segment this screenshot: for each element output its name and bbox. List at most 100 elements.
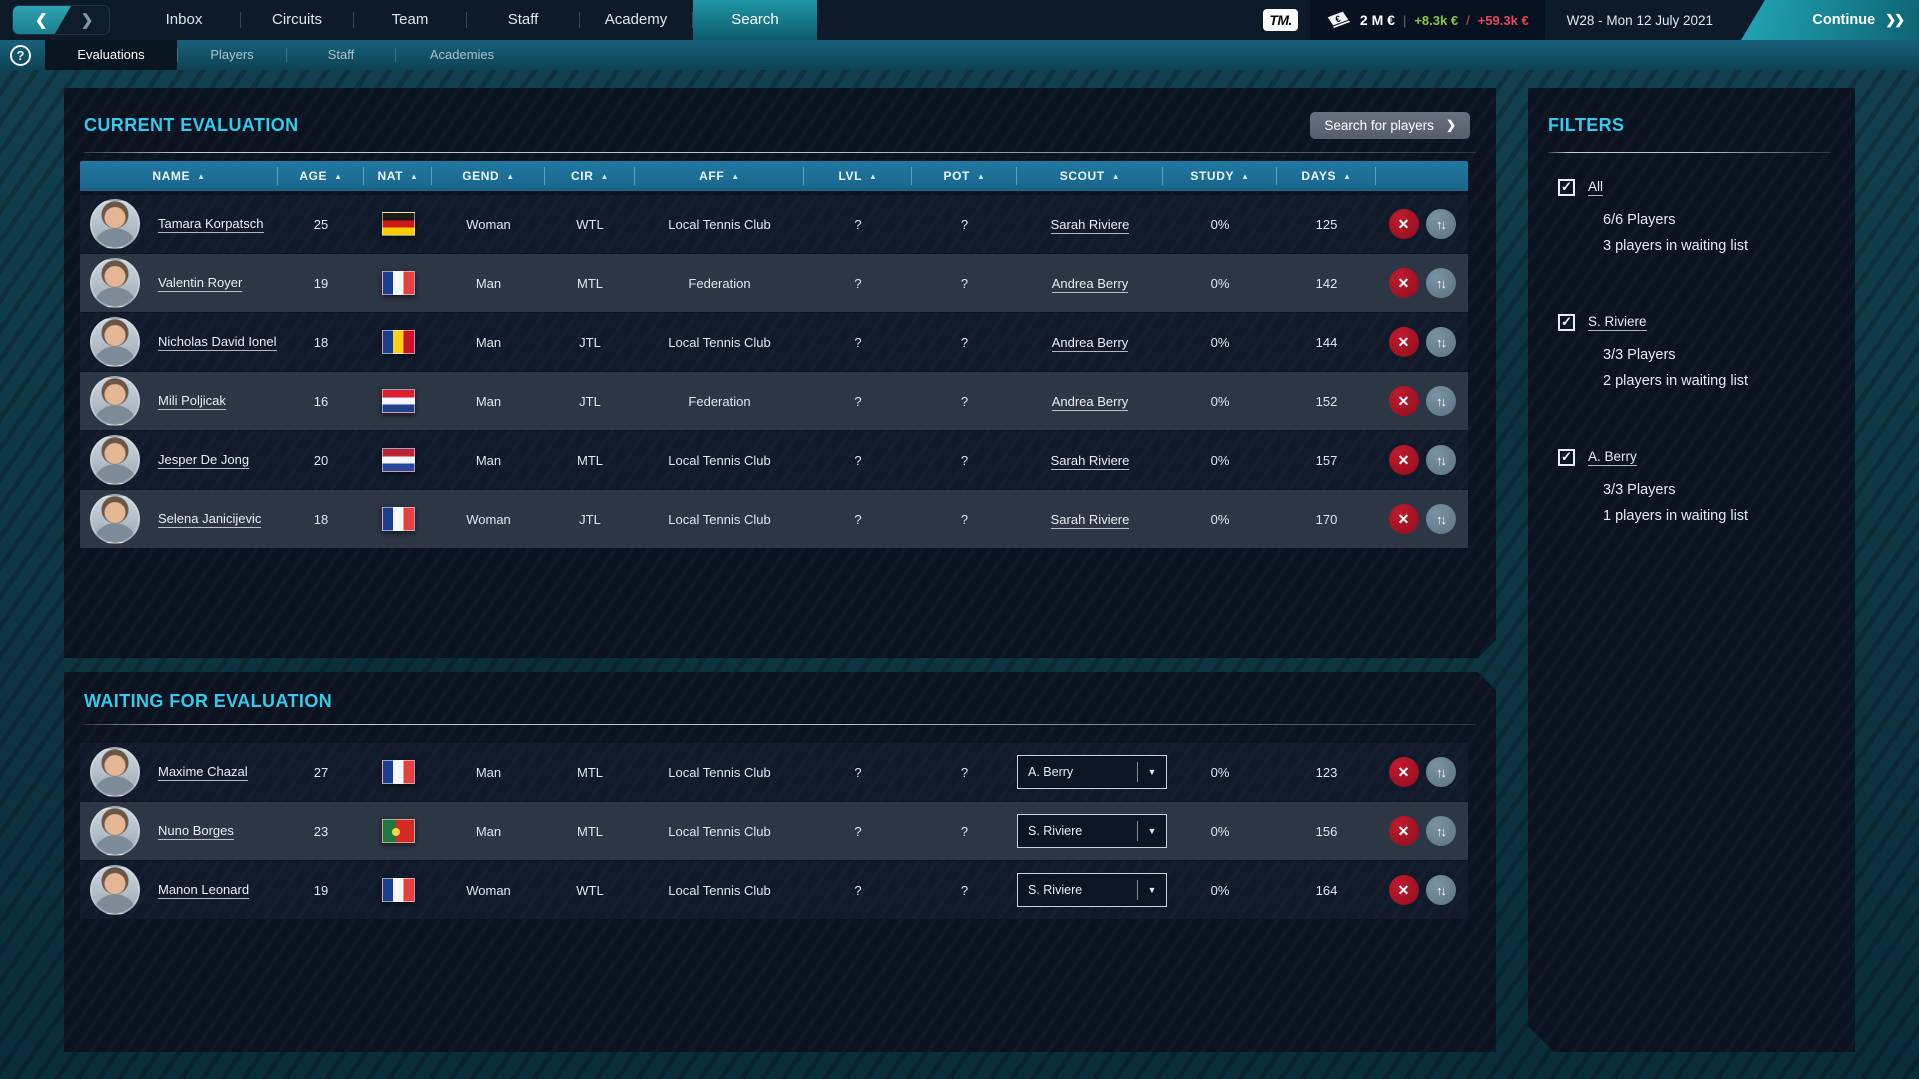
reorder-button[interactable]: ↑↓	[1426, 816, 1456, 846]
gender-cell: Man	[432, 765, 545, 780]
money-separator: |	[1403, 13, 1406, 28]
reorder-button[interactable]: ↑↓	[1426, 327, 1456, 357]
days-cell: 125	[1277, 217, 1376, 232]
column-header-name[interactable]: NAME▲	[80, 161, 278, 191]
reorder-button[interactable]: ↑↓	[1426, 445, 1456, 475]
filter-group: ✓ S. Riviere 3/3 Players 2 players in wa…	[1558, 314, 1855, 389]
gender-cell: Woman	[432, 883, 545, 898]
subtab-staff[interactable]: Staff	[287, 40, 395, 70]
remove-button[interactable]: ✕	[1389, 875, 1419, 905]
column-header-nat[interactable]: NAT▲	[364, 161, 432, 191]
reorder-button[interactable]: ↑↓	[1426, 386, 1456, 416]
tab-circuits[interactable]: Circuits	[241, 0, 353, 40]
column-header-scout[interactable]: SCOUT▲	[1017, 161, 1163, 191]
age-cell: 19	[278, 276, 364, 291]
close-icon: ✕	[1398, 823, 1410, 840]
subtab-evaluations[interactable]: Evaluations	[45, 40, 177, 70]
column-header-days[interactable]: DAYS▲	[1277, 161, 1376, 191]
filter-checkbox[interactable]: ✓	[1558, 449, 1575, 466]
filter-label-all[interactable]: All	[1588, 179, 1603, 196]
nationality-flag-de	[382, 212, 415, 236]
player-name-link[interactable]: Manon Leonard	[158, 882, 249, 899]
scout-dropdown[interactable]: S. Riviere▼	[1017, 814, 1167, 848]
age-cell: 18	[278, 335, 364, 350]
scout-dropdown[interactable]: A. Berry▼	[1017, 755, 1167, 789]
name-cell: Nicholas David Ionel	[80, 317, 278, 367]
search-for-players-button[interactable]: Search for players ❯	[1310, 112, 1470, 139]
nationality-flag-pt	[382, 819, 415, 843]
continue-button[interactable]: Continue ❯❯	[1741, 0, 1919, 40]
scout-link[interactable]: Andrea Berry	[1052, 394, 1129, 411]
remove-button[interactable]: ✕	[1389, 757, 1419, 787]
reorder-button[interactable]: ↑↓	[1426, 875, 1456, 905]
column-header-gend[interactable]: GEND▲	[432, 161, 545, 191]
table-row: Manon Leonard19WomanWTLLocal Tennis Club…	[80, 861, 1468, 919]
player-name-link[interactable]: Nicholas David Ionel	[158, 334, 277, 351]
scout-dropdown-value: S. Riviere	[1018, 824, 1137, 838]
remove-button[interactable]: ✕	[1389, 504, 1419, 534]
check-icon: ✓	[1561, 450, 1572, 463]
filters-panel: FILTERS ✓ All 6/6 Players 3 players in w…	[1528, 88, 1855, 1052]
player-name-link[interactable]: Maxime Chazal	[158, 764, 248, 781]
filter-checkbox[interactable]: ✓	[1558, 314, 1575, 331]
nationality-cell	[364, 760, 432, 784]
tab-academy[interactable]: Academy	[580, 0, 692, 40]
age-cell: 20	[278, 453, 364, 468]
nationality-flag-fr	[382, 878, 415, 902]
column-header-age[interactable]: AGE▲	[278, 161, 364, 191]
scout-dropdown[interactable]: S. Riviere▼	[1017, 873, 1167, 907]
column-header-cir[interactable]: CIR▲	[545, 161, 635, 191]
scout-link[interactable]: Sarah Riviere	[1051, 453, 1130, 470]
column-label: AFF	[699, 169, 724, 183]
circuit-cell: MTL	[545, 276, 635, 291]
close-icon: ✕	[1398, 275, 1410, 292]
reorder-button[interactable]: ↑↓	[1426, 504, 1456, 534]
filter-checkbox[interactable]: ✓	[1558, 179, 1575, 196]
scout-link[interactable]: Andrea Berry	[1052, 276, 1129, 293]
tab-staff[interactable]: Staff	[467, 0, 579, 40]
tab-inbox[interactable]: Inbox	[128, 0, 240, 40]
remove-button[interactable]: ✕	[1389, 386, 1419, 416]
remove-button[interactable]: ✕	[1389, 816, 1419, 846]
player-name-link[interactable]: Tamara Korpatsch	[158, 216, 264, 233]
player-avatar	[90, 865, 140, 915]
help-icon[interactable]: ?	[10, 45, 31, 66]
column-header-lvl[interactable]: LVL▲	[804, 161, 912, 191]
scout-link[interactable]: Sarah Riviere	[1051, 217, 1130, 234]
subtab-players[interactable]: Players	[178, 40, 286, 70]
sort-ascending-icon: ▲	[1241, 172, 1250, 181]
column-header-study[interactable]: STUDY ▲	[1163, 161, 1277, 191]
column-header-aff[interactable]: AFF▲	[635, 161, 804, 191]
tab-search[interactable]: Search	[693, 0, 817, 40]
forward-arrow-icon: ❯	[81, 12, 94, 29]
reorder-button[interactable]: ↑↓	[1426, 209, 1456, 239]
player-name-link[interactable]: Mili Poljicak	[158, 393, 226, 410]
scout-link[interactable]: Sarah Riviere	[1051, 512, 1130, 529]
player-name-link[interactable]: Selena Janicijevic	[158, 511, 261, 528]
player-name-link[interactable]: Nuno Borges	[158, 823, 234, 840]
column-label: STUDY	[1190, 169, 1234, 183]
forward-button[interactable]: ❯	[65, 6, 109, 34]
scout-link[interactable]: Andrea Berry	[1052, 335, 1129, 352]
remove-button[interactable]: ✕	[1389, 268, 1419, 298]
player-name-link[interactable]: Valentin Royer	[158, 275, 242, 292]
player-name-link[interactable]: Jesper De Jong	[158, 452, 249, 469]
column-header-pot[interactable]: POT▲	[912, 161, 1017, 191]
remove-button[interactable]: ✕	[1389, 445, 1419, 475]
reorder-button[interactable]: ↑↓	[1426, 757, 1456, 787]
table-row: Selena Janicijevic18WomanJTLLocal Tennis…	[80, 490, 1468, 548]
gender-cell: Man	[432, 276, 545, 291]
remove-button[interactable]: ✕	[1389, 327, 1419, 357]
sub-nav-items: EvaluationsPlayersStaffAcademies	[45, 40, 528, 70]
nationality-flag-ro	[382, 330, 415, 354]
column-label: AGE	[299, 169, 327, 183]
filter-label-s-riviere[interactable]: S. Riviere	[1588, 314, 1647, 331]
back-button[interactable]: ❮	[13, 6, 71, 34]
filter-label-a-berry[interactable]: A. Berry	[1588, 449, 1637, 466]
reorder-button[interactable]: ↑↓	[1426, 268, 1456, 298]
divider	[84, 724, 1476, 725]
tab-team[interactable]: Team	[354, 0, 466, 40]
tm-logo: TM.	[1263, 9, 1298, 31]
remove-button[interactable]: ✕	[1389, 209, 1419, 239]
subtab-academies[interactable]: Academies	[396, 40, 528, 70]
